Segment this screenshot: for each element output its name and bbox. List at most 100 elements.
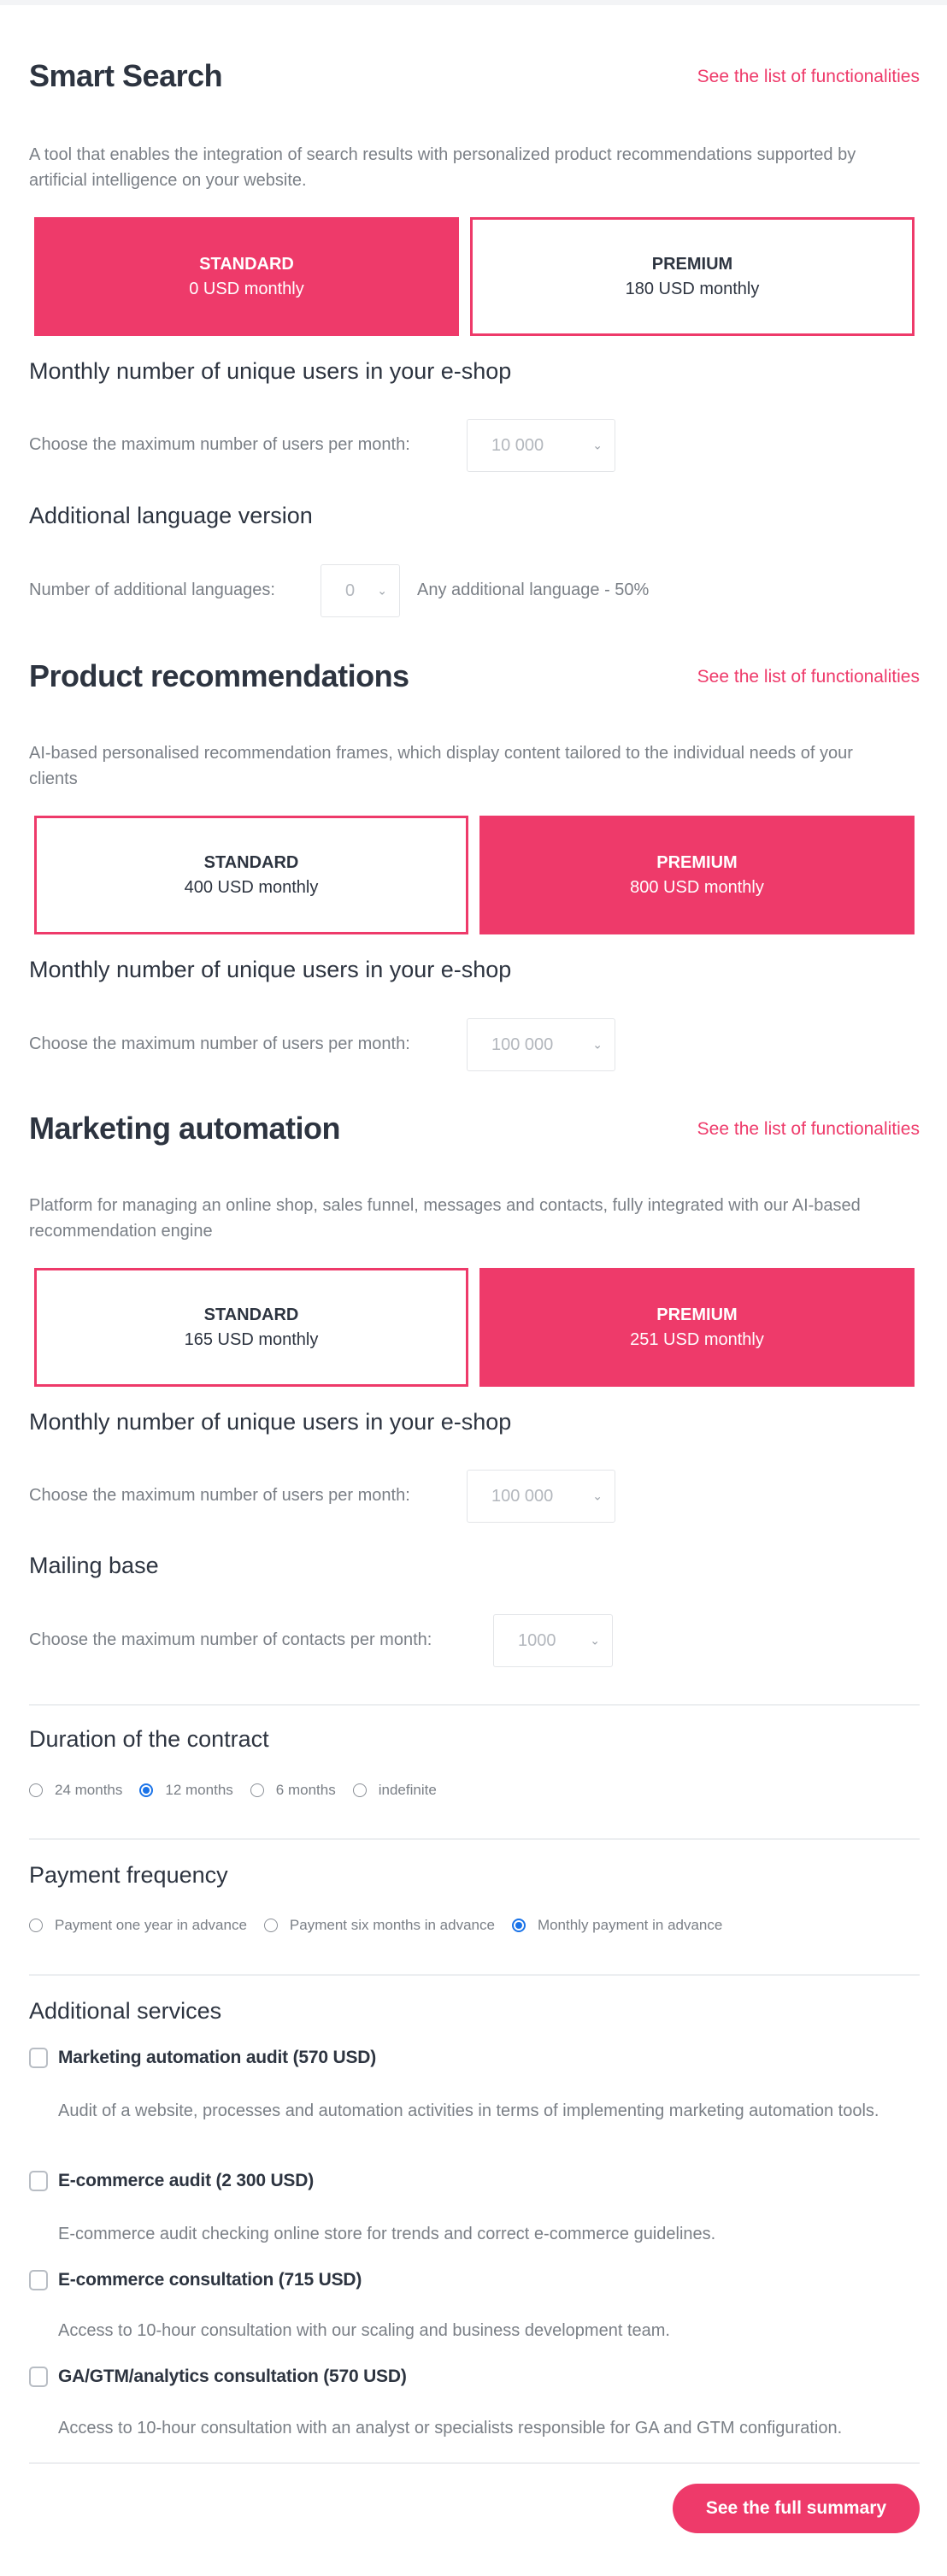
radio-label: indefinite bbox=[378, 1782, 437, 1798]
language-count-select[interactable]: 0 ⌄ bbox=[321, 564, 400, 617]
duration-option-24-months[interactable]: 24 months bbox=[29, 1782, 122, 1799]
mailing-base-heading: Mailing base bbox=[29, 1553, 159, 1578]
product-recommendations-users-select[interactable]: 100 000 ⌄ bbox=[467, 1018, 615, 1071]
plan-price: 400 USD monthly bbox=[184, 877, 319, 897]
smart-search-plan-premium[interactable]: PREMIUM 180 USD monthly bbox=[470, 217, 915, 336]
service-item[interactable]: E-commerce consultation (715 USD) bbox=[29, 2270, 362, 2290]
checkbox[interactable] bbox=[29, 2048, 48, 2068]
plan-name: STANDARD bbox=[199, 254, 294, 274]
smart-search-users-select[interactable]: 10 000 ⌄ bbox=[467, 419, 615, 472]
radio-button[interactable] bbox=[29, 1783, 43, 1797]
service-label: GA/GTM/analytics consultation (570 USD) bbox=[58, 2367, 407, 2386]
plan-name: STANDARD bbox=[203, 1305, 299, 1324]
plan-price: 800 USD monthly bbox=[630, 877, 764, 897]
duration-option-indefinite[interactable]: indefinite bbox=[352, 1782, 437, 1799]
payment-options: Payment one year in advance Payment six … bbox=[29, 1917, 739, 1934]
duration-option-6-months[interactable]: 6 months bbox=[250, 1782, 336, 1799]
top-bar bbox=[0, 0, 947, 5]
service-description: E-commerce audit checking online store f… bbox=[58, 2225, 716, 2243]
marketing-automation-description: Platform for managing an online shop, sa… bbox=[29, 1196, 861, 1241]
product-recommendations-users-heading: Monthly number of unique users in your e… bbox=[29, 957, 512, 982]
plan-price: 251 USD monthly bbox=[630, 1329, 764, 1349]
select-value: 100 000 bbox=[491, 1035, 554, 1054]
radio-button-checked[interactable] bbox=[511, 1919, 526, 1932]
payment-option-monthly[interactable]: Monthly payment in advance bbox=[511, 1917, 723, 1934]
radio-button[interactable] bbox=[29, 1919, 43, 1932]
marketing-automation-users-heading: Monthly number of unique users in your e… bbox=[29, 1409, 512, 1435]
mailing-base-label: Choose the maximum number of contacts pe… bbox=[29, 1630, 432, 1649]
language-note: Any additional language - 50% bbox=[417, 581, 650, 599]
chevron-down-icon: ⌄ bbox=[592, 438, 603, 452]
plan-name: PREMIUM bbox=[651, 254, 733, 274]
radio-label: 12 months bbox=[165, 1782, 233, 1798]
plan-name: STANDARD bbox=[203, 852, 299, 872]
service-item[interactable]: GA/GTM/analytics consultation (570 USD) bbox=[29, 2367, 407, 2387]
checkbox[interactable] bbox=[29, 2367, 48, 2387]
product-recommendations-functionalities-link[interactable]: See the list of functionalities bbox=[697, 667, 920, 687]
divider bbox=[29, 2462, 920, 2464]
chevron-down-icon: ⌄ bbox=[592, 1037, 603, 1052]
payment-option-six-months[interactable]: Payment six months in advance bbox=[263, 1917, 495, 1934]
smart-search-plan-standard[interactable]: STANDARD 0 USD monthly bbox=[34, 217, 459, 336]
chevron-down-icon: ⌄ bbox=[590, 1633, 600, 1648]
marketing-automation-users-select[interactable]: 100 000 ⌄ bbox=[467, 1470, 615, 1523]
mailing-base-select[interactable]: 1000 ⌄ bbox=[493, 1614, 613, 1667]
service-item[interactable]: Marketing automation audit (570 USD) bbox=[29, 2048, 376, 2068]
service-description: Audit of a website, processes and automa… bbox=[58, 2101, 879, 2120]
product-recommendations-users-label: Choose the maximum number of users per m… bbox=[29, 1035, 410, 1053]
language-label: Number of additional languages: bbox=[29, 581, 275, 599]
plan-name: PREMIUM bbox=[656, 1305, 738, 1324]
service-description: Access to 10-hour consultation with an a… bbox=[58, 2419, 843, 2437]
marketing-automation-plan-premium[interactable]: PREMIUM 251 USD monthly bbox=[479, 1268, 915, 1387]
checkbox[interactable] bbox=[29, 2171, 48, 2191]
duration-option-12-months[interactable]: 12 months bbox=[139, 1782, 233, 1799]
smart-search-users-heading: Monthly number of unique users in your e… bbox=[29, 358, 512, 384]
select-value: 100 000 bbox=[491, 1486, 554, 1506]
marketing-automation-plan-standard[interactable]: STANDARD 165 USD monthly bbox=[34, 1268, 468, 1387]
radio-button[interactable] bbox=[263, 1919, 278, 1932]
smart-search-title: Smart Search bbox=[29, 58, 223, 93]
plan-price: 165 USD monthly bbox=[184, 1329, 319, 1349]
payment-heading: Payment frequency bbox=[29, 1862, 228, 1888]
chevron-down-icon: ⌄ bbox=[377, 583, 387, 598]
service-item[interactable]: E-commerce audit (2 300 USD) bbox=[29, 2171, 314, 2191]
product-recommendations-title: Product recommendations bbox=[29, 658, 409, 693]
product-recommendations-plan-premium[interactable]: PREMIUM 800 USD monthly bbox=[479, 816, 915, 934]
select-value: 10 000 bbox=[491, 435, 544, 455]
marketing-automation-title: Marketing automation bbox=[29, 1111, 341, 1146]
plan-name: PREMIUM bbox=[656, 852, 738, 872]
radio-button[interactable] bbox=[250, 1783, 264, 1797]
select-value: 0 bbox=[345, 581, 356, 600]
radio-button[interactable] bbox=[352, 1783, 367, 1797]
smart-search-users-label: Choose the maximum number of users per m… bbox=[29, 435, 410, 454]
plan-price: 180 USD monthly bbox=[625, 279, 760, 298]
services-heading: Additional services bbox=[29, 1998, 222, 2024]
service-label: E-commerce consultation (715 USD) bbox=[58, 2270, 362, 2290]
duration-heading: Duration of the contract bbox=[29, 1726, 269, 1752]
radio-label: Payment six months in advance bbox=[289, 1917, 495, 1933]
radio-label: Payment one year in advance bbox=[55, 1917, 247, 1933]
smart-search-functionalities-link[interactable]: See the list of functionalities bbox=[697, 67, 920, 87]
radio-label: 24 months bbox=[55, 1782, 123, 1798]
duration-options: 24 months 12 months 6 months indefinite bbox=[29, 1782, 454, 1799]
marketing-automation-users-label: Choose the maximum number of users per m… bbox=[29, 1486, 410, 1505]
divider bbox=[29, 1838, 920, 1840]
see-full-summary-button[interactable]: See the full summary bbox=[673, 2484, 920, 2533]
radio-label: 6 months bbox=[275, 1782, 336, 1798]
select-value: 1000 bbox=[518, 1630, 556, 1650]
language-heading: Additional language version bbox=[29, 503, 313, 528]
radio-button-checked[interactable] bbox=[139, 1783, 154, 1797]
service-label: E-commerce audit (2 300 USD) bbox=[58, 2171, 315, 2190]
product-recommendations-plan-standard[interactable]: STANDARD 400 USD monthly bbox=[34, 816, 468, 934]
plan-price: 0 USD monthly bbox=[189, 279, 304, 298]
product-recommendations-description: AI-based personalised recommendation fra… bbox=[29, 744, 853, 788]
payment-option-yearly[interactable]: Payment one year in advance bbox=[29, 1917, 247, 1934]
smart-search-description: A tool that enables the integration of s… bbox=[29, 145, 856, 190]
service-description: Access to 10-hour consultation with our … bbox=[58, 2321, 670, 2340]
marketing-automation-functionalities-link[interactable]: See the list of functionalities bbox=[697, 1119, 920, 1140]
divider bbox=[29, 1704, 920, 1706]
divider bbox=[29, 1974, 920, 1976]
checkbox[interactable] bbox=[29, 2270, 48, 2290]
radio-label: Monthly payment in advance bbox=[537, 1917, 723, 1933]
service-label: Marketing automation audit (570 USD) bbox=[58, 2048, 377, 2067]
